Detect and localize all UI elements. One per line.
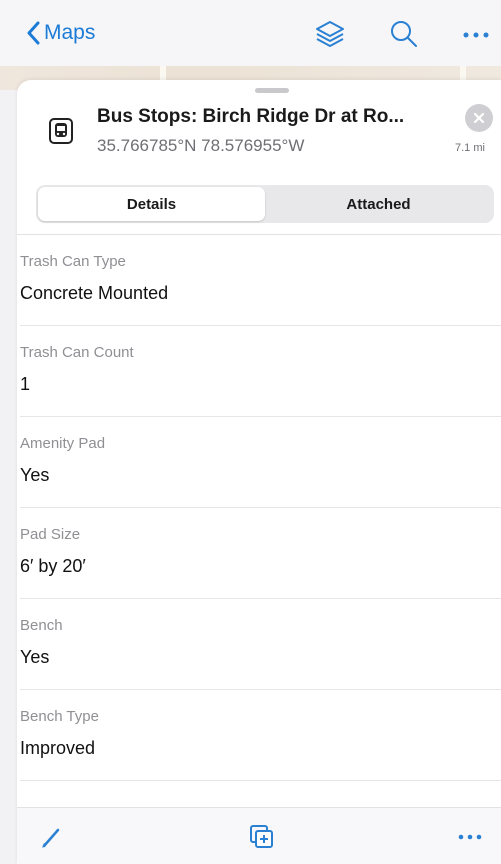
attribute-label: Bench Type bbox=[20, 708, 99, 725]
more-icon[interactable] bbox=[457, 824, 483, 850]
feature-title: Bus Stops: Birch Ridge Dr at Ro... bbox=[97, 106, 405, 127]
attribute-label: Trash Can Count bbox=[20, 344, 134, 361]
feature-coordinates: 35.766785°N 78.576955°W bbox=[97, 136, 305, 155]
attribute-value: Yes bbox=[20, 647, 50, 667]
divider bbox=[20, 780, 501, 781]
attribute-label: Trash Can Type bbox=[20, 253, 126, 270]
close-button[interactable] bbox=[465, 104, 493, 132]
distance-label: 7.1 mi bbox=[455, 142, 485, 154]
feature-card: Bus Stops: Birch Ridge Dr at Ro... 35.76… bbox=[17, 80, 501, 864]
add-related-icon[interactable] bbox=[249, 824, 275, 850]
attribute-list: Trash Can Type Concrete Mounted Trash Ca… bbox=[17, 235, 501, 781]
chevron-left-icon bbox=[27, 21, 40, 45]
bottom-toolbar bbox=[17, 807, 501, 864]
close-icon bbox=[473, 112, 485, 124]
screen: Maps Bus Stops: Birch Ridge Dr at Ro... … bbox=[0, 0, 501, 864]
attribute-value: Improved bbox=[20, 738, 96, 758]
attribute-label: Pad Size bbox=[20, 526, 81, 543]
attribute-row: Bench Yes bbox=[17, 599, 501, 690]
attribute-row: Pad Size 6′ by 20′ bbox=[17, 508, 501, 599]
attribute-row: Trash Can Type Concrete Mounted bbox=[17, 235, 501, 326]
attribute-row: Bench Type Improved bbox=[17, 690, 501, 781]
tab-attached[interactable]: Attached bbox=[265, 187, 492, 221]
navigation-bar: Maps bbox=[0, 0, 501, 66]
bus-icon bbox=[49, 118, 73, 144]
attribute-value: Yes bbox=[20, 465, 50, 485]
more-icon[interactable] bbox=[460, 18, 492, 50]
attribute-row: Trash Can Count 1 bbox=[17, 326, 501, 417]
drag-handle[interactable] bbox=[255, 88, 289, 93]
attribute-value: 6′ by 20′ bbox=[20, 556, 86, 576]
tab-details[interactable]: Details bbox=[38, 187, 265, 221]
attribute-value: Concrete Mounted bbox=[20, 283, 169, 303]
attribute-label: Bench bbox=[20, 617, 63, 634]
layers-icon[interactable] bbox=[314, 18, 346, 50]
attribute-row: Amenity Pad Yes bbox=[17, 417, 501, 508]
details-attached-segmented-control: Details Attached bbox=[36, 185, 494, 223]
back-button[interactable]: Maps bbox=[26, 18, 95, 48]
back-label: Maps bbox=[44, 21, 96, 44]
edit-icon[interactable] bbox=[39, 824, 65, 850]
search-icon[interactable] bbox=[388, 18, 420, 50]
attribute-label: Amenity Pad bbox=[20, 435, 106, 452]
attribute-value: 1 bbox=[20, 374, 31, 394]
